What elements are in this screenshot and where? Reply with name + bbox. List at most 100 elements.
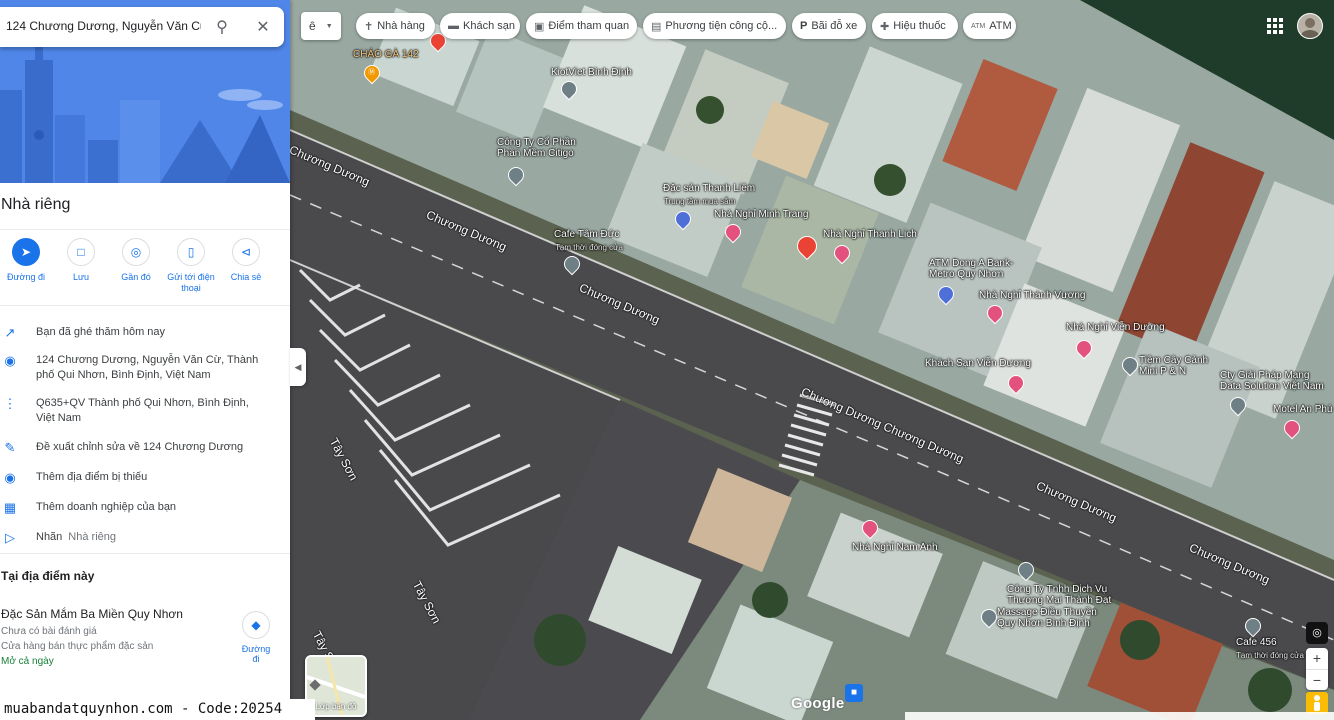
share-icon: ⊲: [232, 238, 260, 266]
directions-button[interactable]: ➤ Đường đi: [0, 238, 54, 283]
pegman-figure: [1314, 695, 1320, 711]
action-label: Gửi tới điện thoại: [167, 272, 215, 293]
info-text: Thêm địa điểm bị thiếu: [36, 471, 148, 483]
avatar[interactable]: [1297, 13, 1323, 39]
search-icon[interactable]: ⚲: [211, 16, 233, 38]
poi-label[interactable]: Massage Điều Thuyền Quy Nhơn Bình Định: [997, 607, 1097, 629]
chip-hotels[interactable]: ▬ Khách sạn: [440, 13, 520, 39]
street-view-pegman-icon[interactable]: [1306, 692, 1328, 714]
edit-pencil-icon: ✎: [4, 440, 16, 455]
zoom-in-button[interactable]: +: [1306, 648, 1328, 669]
action-label: Gần đó: [121, 272, 151, 282]
camera-icon: ▣: [534, 20, 545, 33]
chip-label: Điểm tham quan: [548, 20, 630, 32]
transit-icon: ▤: [651, 20, 662, 33]
share-button[interactable]: ⊲ Chia sẻ: [218, 238, 274, 283]
poi-label[interactable]: Công Ty Cổ Phần Phần Mềm Citigo: [497, 137, 587, 159]
poi-label[interactable]: Nhà Nghỉ Minh Trang: [714, 209, 809, 220]
info-text: Bạn đã ghé thăm hôm nay: [36, 326, 166, 338]
label-value: Nhà riêng: [68, 531, 116, 543]
action-bar: ➤ Đường đi □ Lưu ◎ Gần đó ▯ Gửi tới điện…: [0, 238, 290, 306]
send-to-phone-button[interactable]: ▯ Gửi tới điện thoại: [163, 238, 219, 294]
label-key: Nhãn: [36, 531, 63, 543]
add-place-icon: ◉: [4, 470, 16, 485]
nearby-place-name[interactable]: Đặc Sản Mắm Ba Miền Quy Nhơn: [1, 607, 183, 621]
divider: [0, 553, 290, 554]
chip-label: ATM: [989, 20, 1012, 32]
zoom-out-button[interactable]: −: [1306, 669, 1328, 691]
atm-icon: ATM: [971, 22, 986, 30]
restaurant-icon: ✝: [364, 20, 374, 33]
action-label: Lưu: [72, 272, 90, 282]
parking-icon: P: [800, 20, 808, 32]
info-text: Thêm doanh nghiệp của bạn: [36, 501, 177, 513]
nearby-directions-button[interactable]: ◆ Đường đi: [238, 611, 274, 664]
poi-label[interactable]: Cafe Tâm Đức: [554, 229, 619, 240]
divider: [0, 229, 290, 230]
bottom-strip: [905, 712, 1334, 720]
hotel-icon: ▬: [448, 20, 459, 32]
poi-label[interactable]: KiotViet Bình Định: [551, 67, 632, 78]
avatar-image: [1301, 18, 1319, 38]
chip-restaurants[interactable]: ✝ Nhà hàng: [356, 13, 435, 39]
poi-sublabel: Tạm thời đóng cửa: [1236, 651, 1304, 660]
poi-label[interactable]: Nhà Nghỉ Thanh Lịch: [823, 229, 917, 240]
apps-grid-icon[interactable]: [1265, 16, 1285, 36]
chip-label: Khách sạn: [463, 20, 515, 32]
directions-icon: ➤: [12, 238, 40, 266]
poi-label[interactable]: Cafe 456: [1236, 637, 1277, 648]
watermark-text: muabandatquynhon.com - Code:20254: [0, 699, 315, 720]
nearby-place-hours: Mở cả ngày: [1, 656, 54, 667]
save-button[interactable]: □ Lưu: [53, 238, 109, 283]
place-title: Nhà riêng: [1, 196, 71, 213]
action-label: Chia sẻ: [230, 272, 262, 282]
divider: [0, 305, 290, 306]
poi-label[interactable]: Nhà Nghỉ Nam Anh: [852, 542, 938, 553]
poi-label[interactable]: Cty Giải Pháp Mạng Data Solution Việt Na…: [1220, 370, 1332, 392]
action-label: Đường đi: [7, 272, 45, 282]
add-business-icon: ▦: [3, 500, 17, 515]
chip-atm[interactable]: ATM ATM: [963, 13, 1016, 39]
nearby-icon: ◎: [122, 238, 150, 266]
chip-label: Hiệu thuốc: [893, 20, 946, 32]
place-panel: 124 Chương Dương, Nguyễn Văn Cừ, Q ⚲ ✕ N…: [0, 0, 290, 720]
collapse-panel-button[interactable]: ◀: [290, 348, 306, 386]
chip-attractions[interactable]: ▣ Điểm tham quan: [526, 13, 637, 39]
poi-label[interactable]: Motel An Phú: [1273, 404, 1332, 415]
search-box[interactable]: 124 Chương Dương, Nguyễn Văn Cừ, Q ⚲ ✕: [0, 7, 284, 47]
poi-sublabel: Trung tâm mua sắm: [664, 197, 736, 206]
close-icon[interactable]: ✕: [252, 16, 274, 38]
my-location-button[interactable]: ◎: [1306, 622, 1328, 644]
chip-parking[interactable]: P Bãi đỗ xe: [792, 13, 866, 39]
poi-label[interactable]: Tiệm Cây Cảnh Mini P & N: [1139, 355, 1219, 377]
zoom-control: + −: [1306, 648, 1328, 690]
info-text: 124 Chương Dương, Nguyễn Văn Cừ, Thành p…: [36, 354, 259, 381]
action-label: Đường đi: [241, 644, 271, 664]
poi-label[interactable]: Đặc sản Thanh Liêm: [663, 183, 755, 194]
poi-label[interactable]: ATM Dong A Bank-Metro Quy Nhơn: [929, 258, 1029, 280]
poi-label[interactable]: Nhà Nghỉ Viễn Dương: [1066, 322, 1165, 333]
poi-label[interactable]: Công Ty Tnhh Dịch Vụ Thương Mại Thành Đạ…: [1007, 584, 1125, 606]
info-text: Q635+QV Thành phố Qui Nhơn, Bình Định, V…: [36, 397, 249, 424]
input-tools-label: ê: [309, 19, 316, 33]
poi-label[interactable]: Nhà Nghỉ Thành Vương: [979, 290, 1085, 301]
bus-stop-icon[interactable]: ■: [845, 684, 863, 702]
bookmark-icon: □: [67, 238, 95, 266]
poi-label[interactable]: Khách Sạn Viễn Dương: [925, 358, 1031, 369]
poi-label[interactable]: CHÁO GÀ 142: [353, 49, 419, 60]
layers-label: Lớp bản đồ: [315, 702, 357, 711]
pharmacy-icon: ✚: [880, 20, 890, 33]
chip-transit[interactable]: ▤ Phương tiện công cộ...: [643, 13, 786, 39]
info-text: Nhãn Nhà riêng: [36, 530, 266, 545]
chip-pharmacy[interactable]: ✚ Hiệu thuốc: [872, 13, 958, 39]
timeline-icon: ↗: [4, 325, 16, 340]
chip-label: Bãi đỗ xe: [811, 20, 858, 32]
google-logo: Google: [791, 695, 845, 712]
input-tools-button[interactable]: ê ▼: [301, 12, 341, 40]
info-text: Đề xuất chỉnh sửa về 124 Chương Dương: [36, 441, 244, 453]
label-icon: ▷: [5, 530, 15, 545]
search-input[interactable]: 124 Chương Dương, Nguyễn Văn Cừ, Q: [6, 19, 201, 33]
chevron-down-icon: ▼: [325, 22, 333, 30]
nearby-button[interactable]: ◎ Gần đó: [108, 238, 164, 283]
nearby-place-type: Cửa hàng bán thực phẩm đặc sản: [1, 641, 154, 652]
